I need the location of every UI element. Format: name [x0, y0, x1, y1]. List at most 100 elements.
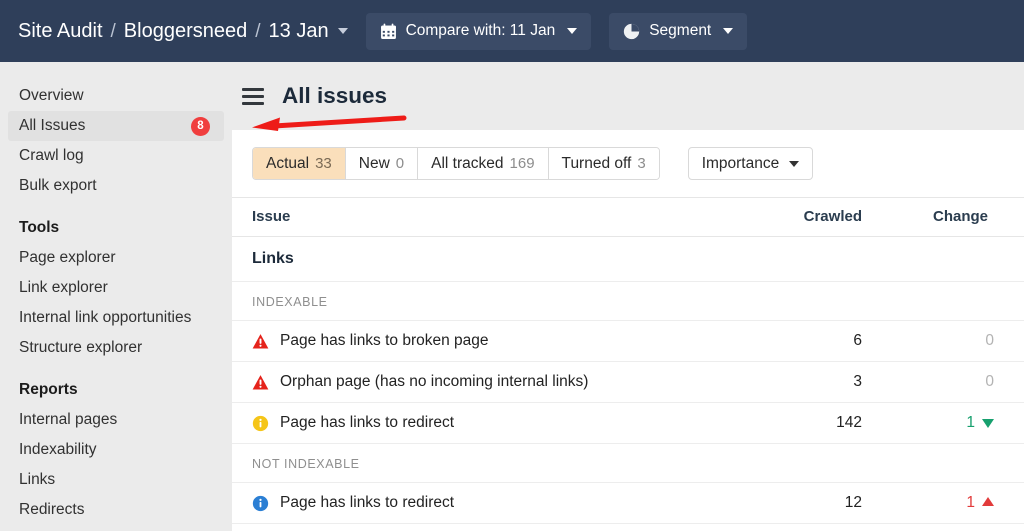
sidebar-item-internal-pages[interactable]: Internal pages	[0, 405, 232, 435]
breadcrumb-item-project[interactable]: Bloggersneed	[124, 20, 247, 43]
sidebar-item-label: Page explorer	[19, 249, 116, 266]
issue-label: Page has links to broken page	[280, 332, 489, 349]
table-row[interactable]: Page has links to broken page 6 0	[232, 320, 1024, 362]
sidebar-item-structure-explorer[interactable]: Structure explorer	[0, 333, 232, 363]
sidebar-item-label: Overview	[19, 87, 84, 104]
breadcrumb-separator: /	[255, 20, 261, 42]
sidebar-item-indexability[interactable]: Indexability	[0, 435, 232, 465]
calendar-icon	[380, 23, 396, 39]
issues-table: Issue Crawled Change Links INDEXABLE Pag…	[232, 197, 1024, 524]
table-row[interactable]: Page has links to redirect 142 1	[232, 402, 1024, 444]
chevron-down-icon	[723, 28, 734, 34]
table-row[interactable]: Orphan page (has no incoming internal li…	[232, 361, 1024, 403]
tab-label: All tracked	[431, 154, 504, 172]
segment-label: Segment	[649, 22, 712, 39]
importance-dropdown[interactable]: Importance	[687, 147, 814, 180]
table-subgroup-row: NOT INDEXABLE	[232, 443, 1024, 483]
change-cell: 0	[894, 320, 1024, 362]
issue-cell: Page has links to redirect	[232, 482, 762, 524]
tab-count: 33	[315, 155, 332, 172]
issues-count-badge: 8	[191, 116, 210, 136]
sidebar-item-label: Bulk export	[19, 177, 97, 194]
compare-with-label: Compare with: 11 Jan	[405, 22, 556, 39]
sidebar-item-label: Crawl log	[19, 147, 84, 164]
pie-chart-icon	[624, 23, 640, 39]
tab-count: 169	[509, 155, 535, 172]
crawled-value: 6	[762, 320, 894, 362]
issue-cell: Orphan page (has no incoming internal li…	[232, 361, 762, 403]
crawled-value: 3	[762, 361, 894, 403]
tab-label: Turned off	[561, 154, 632, 172]
tab-turned-off[interactable]: Turned off 3	[548, 148, 659, 179]
breadcrumb-separator: /	[110, 20, 116, 42]
change-cell: 1	[894, 402, 1024, 444]
sidebar-item-label: Indexability	[19, 441, 97, 458]
sidebar-item-redirects[interactable]: Redirects	[0, 495, 232, 525]
crawled-value: 12	[762, 482, 894, 524]
subgroup-label: NOT INDEXABLE	[232, 443, 1024, 483]
sidebar-item-link-explorer[interactable]: Link explorer	[0, 273, 232, 303]
segment-button[interactable]: Segment	[609, 12, 748, 50]
crawled-value: 142	[762, 402, 894, 444]
breadcrumb: Site Audit / Bloggersneed / 13 Jan	[18, 20, 348, 43]
tab-count: 3	[637, 155, 646, 172]
breadcrumb-item-site-audit[interactable]: Site Audit	[18, 20, 103, 43]
breadcrumb-item-date[interactable]: 13 Jan	[269, 20, 329, 43]
column-header-crawled[interactable]: Crawled	[762, 197, 894, 237]
table-group-row: Links	[232, 236, 1024, 282]
compare-with-button[interactable]: Compare with: 11 Jan	[365, 12, 592, 50]
main-content: All issues Actual 33 New 0 All tracked 1…	[232, 62, 1024, 531]
sidebar-item-label: Links	[19, 471, 56, 488]
change-value: 1	[966, 494, 975, 511]
sidebar-item-label: Link explorer	[19, 279, 108, 296]
issue-label: Page has links to redirect	[280, 414, 455, 431]
importance-label: Importance	[701, 154, 780, 172]
tab-label: New	[358, 154, 390, 172]
chevron-down-icon[interactable]	[337, 27, 348, 34]
issue-label: Orphan page (has no incoming internal li…	[280, 373, 589, 390]
page-title: All issues	[282, 83, 388, 108]
arrow-down-icon	[982, 419, 994, 428]
sidebar-item-label: Internal link opportunities	[19, 309, 192, 326]
tab-new[interactable]: New 0	[345, 148, 419, 179]
info-circle-icon	[252, 495, 269, 511]
error-triangle-icon	[252, 333, 269, 349]
warning-circle-icon	[252, 415, 269, 431]
table-subgroup-row: INDEXABLE	[232, 281, 1024, 321]
change-value: 0	[985, 332, 994, 349]
error-triangle-icon	[252, 374, 269, 390]
change-value: 1	[966, 414, 975, 431]
column-header-issue[interactable]: Issue	[232, 197, 762, 237]
table-row[interactable]: Page has links to redirect 12 1	[232, 482, 1024, 524]
sidebar-group-reports: Reports	[19, 381, 78, 398]
sidebar-item-crawl-log[interactable]: Crawl log	[0, 141, 232, 171]
sidebar-item-page-explorer[interactable]: Page explorer	[0, 243, 232, 273]
chevron-down-icon	[567, 28, 578, 34]
table-header-row: Issue Crawled Change	[232, 197, 1024, 237]
tab-count: 0	[395, 155, 405, 172]
tab-actual[interactable]: Actual 33	[253, 148, 346, 179]
tab-all-tracked[interactable]: All tracked 169	[418, 148, 549, 179]
sidebar-item-links[interactable]: Links	[0, 465, 232, 495]
subgroup-label: INDEXABLE	[232, 281, 1024, 321]
status-filter-tabs: Actual 33 New 0 All tracked 169 Turned o…	[252, 147, 660, 180]
sidebar-item-bulk-export[interactable]: Bulk export	[0, 171, 232, 201]
sidebar-item-all-issues[interactable]: All Issues 8	[8, 111, 224, 141]
issue-cell: Page has links to redirect	[232, 402, 762, 444]
sidebar-item-overview[interactable]: Overview	[0, 81, 232, 111]
tab-label: Actual	[266, 154, 310, 172]
change-cell: 0	[894, 361, 1024, 403]
issue-label: Page has links to redirect	[280, 494, 455, 511]
hamburger-icon[interactable]	[242, 87, 264, 105]
sidebar: Overview All Issues 8 Crawl log Bulk exp…	[0, 62, 232, 531]
column-header-change[interactable]: Change	[894, 197, 1024, 237]
issue-cell: Page has links to broken page	[232, 320, 762, 362]
top-bar: Site Audit / Bloggersneed / 13 Jan Compa…	[0, 0, 1024, 62]
arrow-up-icon	[982, 497, 994, 506]
sidebar-item-internal-link-opportunities[interactable]: Internal link opportunities	[0, 303, 232, 333]
change-cell: 1	[894, 482, 1024, 524]
sidebar-item-label: Structure explorer	[19, 339, 143, 356]
filter-bar: Actual 33 New 0 All tracked 169 Turned o…	[232, 130, 1024, 197]
sidebar-item-label: Redirects	[19, 501, 85, 518]
group-label: Links	[232, 236, 1024, 282]
